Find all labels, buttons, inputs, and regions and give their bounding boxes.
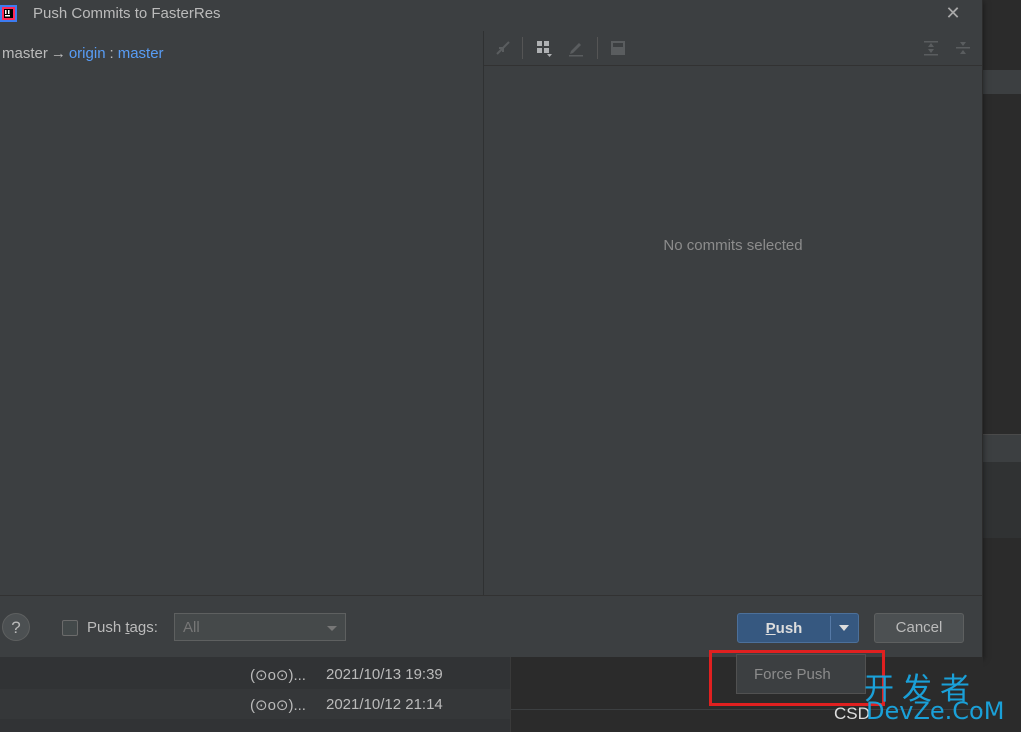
commit-details-pane: No commits selected — [484, 31, 982, 595]
remote-name[interactable]: origin — [69, 45, 106, 62]
local-branch: master — [2, 45, 48, 62]
toolbar-separator — [522, 37, 523, 59]
push-tags-prefix: Push — [87, 619, 126, 636]
commit-date: 2021/10/13 19:39 — [326, 666, 443, 683]
push-dialog: Push Commits to FasterRes ✕ master → origi… — [0, 0, 983, 657]
commit-author: (⊙o⊙)... — [250, 667, 306, 684]
help-button[interactable]: ? — [2, 613, 30, 641]
tags-select[interactable]: All — [174, 613, 346, 641]
remote-branch[interactable]: master — [118, 45, 164, 62]
title-bar: Push Commits to FasterRes ✕ — [0, 0, 982, 28]
edit-icon[interactable] — [567, 39, 585, 57]
push-mnemonic: P — [765, 620, 776, 637]
arrow-icon: → — [50, 45, 66, 62]
collapse-all-icon[interactable] — [954, 39, 972, 57]
push-tags-suffix: ags: — [129, 619, 158, 636]
background-strip — [982, 70, 1021, 94]
push-dropdown-arrow-icon[interactable] — [830, 614, 858, 642]
annotation-highlight-box — [709, 650, 885, 706]
expand-all-icon[interactable] — [922, 39, 940, 57]
background-ide — [982, 0, 1021, 732]
branch-separator: : — [109, 45, 114, 62]
list-item[interactable]: (⊙o⊙)... 2021/10/13 19:39 — [0, 659, 510, 689]
push-tags-checkbox[interactable] — [62, 620, 78, 636]
close-icon[interactable]: ✕ — [944, 3, 962, 23]
push-button[interactable]: Push — [737, 613, 859, 643]
tags-select-value: All — [183, 619, 200, 636]
background-commit-list: (⊙o⊙)... 2021/10/13 19:39 (⊙o⊙)... 2021/… — [0, 657, 510, 732]
collapse-icon[interactable] — [494, 39, 512, 57]
save-icon[interactable] — [609, 39, 627, 57]
push-tags-label[interactable]: Push tags: — [87, 619, 158, 636]
watermark-logo-en: DevZe.CoM — [866, 697, 1005, 725]
commits-tree-pane: master → origin: master — [0, 31, 483, 595]
commit-author: (⊙o⊙)... — [250, 697, 306, 714]
cancel-button[interactable]: Cancel — [874, 613, 964, 643]
toolbar-separator — [597, 37, 598, 59]
details-toolbar — [484, 31, 982, 66]
dialog-title: Push Commits to FasterRes — [33, 5, 221, 22]
branch-row[interactable]: master → origin: master — [2, 45, 164, 62]
grouping-icon[interactable] — [535, 39, 553, 57]
intellij-app-icon — [0, 5, 17, 22]
background-strip — [982, 462, 1021, 538]
background-strip — [982, 434, 1021, 463]
empty-state-text: No commits selected — [663, 237, 803, 254]
list-item[interactable]: (⊙o⊙)... 2021/10/12 21:14 — [0, 689, 510, 719]
push-button-label: Push — [738, 620, 830, 637]
commit-date: 2021/10/12 21:14 — [326, 696, 443, 713]
chevron-down-icon — [327, 626, 337, 631]
push-label-rest: ush — [775, 620, 803, 637]
footer-divider — [0, 595, 982, 596]
